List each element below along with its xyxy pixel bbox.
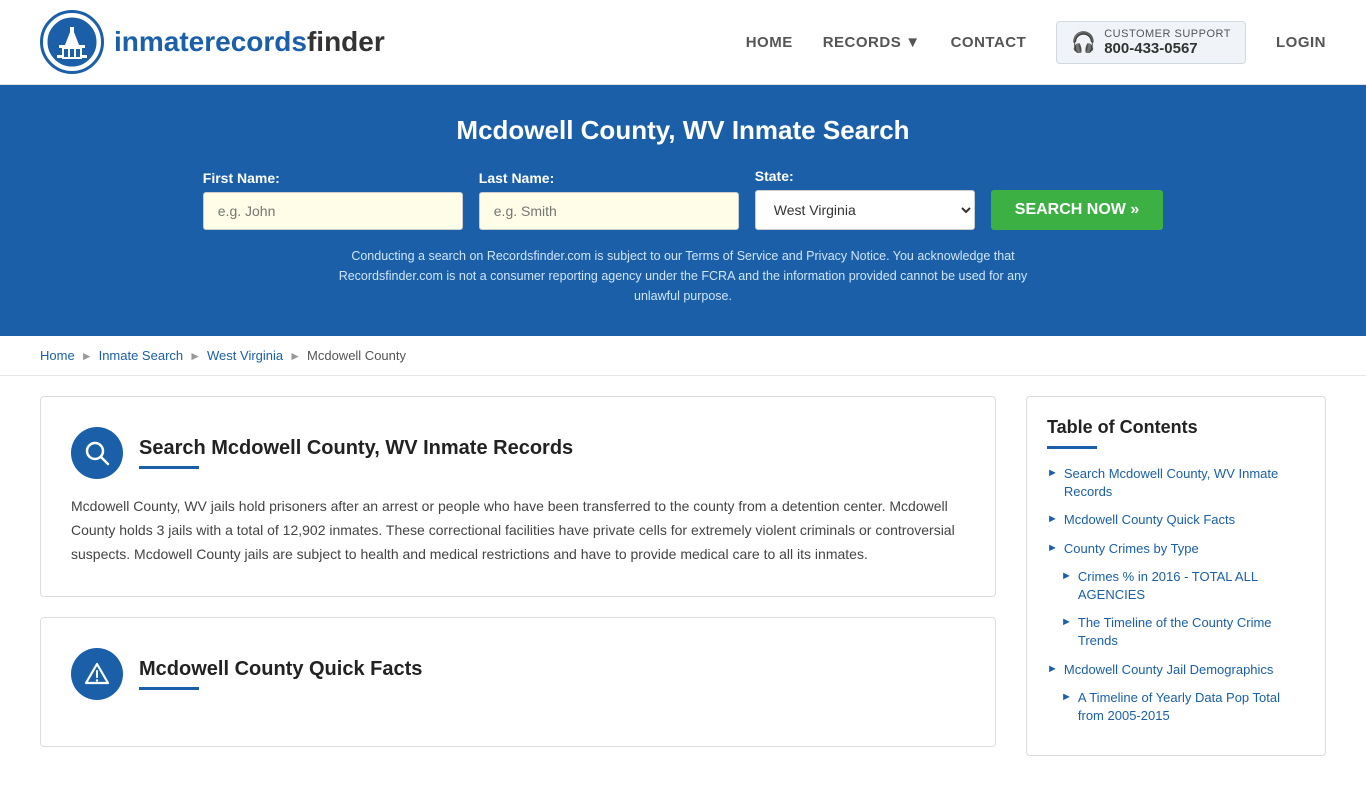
toc-title: Table of Contents: [1047, 417, 1305, 438]
nav-records[interactable]: RECORDS ▼: [823, 34, 921, 51]
main-nav: HOME RECORDS ▼ CONTACT 🎧 CUSTOMER SUPPOR…: [746, 21, 1326, 64]
support-info: CUSTOMER SUPPORT 800-433-0567: [1104, 28, 1231, 57]
section-header-search: Search Mcdowell County, WV Inmate Record…: [71, 427, 965, 479]
section-title-wrapper: Search Mcdowell County, WV Inmate Record…: [139, 437, 573, 469]
section-title-qf: Mcdowell County Quick Facts: [139, 658, 422, 681]
toc-underline: [1047, 446, 1097, 449]
toc-item-3: ► Crimes % in 2016 - TOTAL ALL AGENCIES: [1061, 568, 1305, 604]
logo-main-text: inmaterecords: [114, 26, 307, 57]
chevron-right-icon-5: ►: [1047, 663, 1058, 675]
alert-icon: [71, 648, 123, 700]
breadcrumb-mcdowell: Mcdowell County: [307, 348, 406, 363]
chevron-right-icon-3: ►: [1061, 570, 1072, 582]
breadcrumb-west-virginia[interactable]: West Virginia: [207, 348, 283, 363]
logo-finder-text: finder: [307, 26, 385, 57]
search-button[interactable]: SEARCH NOW »: [991, 190, 1163, 230]
logo-icon: [40, 10, 104, 74]
first-name-group: First Name:: [203, 170, 463, 230]
nav-home[interactable]: HOME: [746, 34, 793, 51]
last-name-label: Last Name:: [479, 170, 554, 186]
toc-box: Table of Contents ► Search Mcdowell Coun…: [1026, 396, 1326, 756]
main-content: Search Mcdowell County, WV Inmate Record…: [0, 376, 1366, 787]
search-icon: [71, 427, 123, 479]
state-group: State: West Virginia Alabama Alaska Ariz…: [755, 168, 975, 230]
hero-section: Mcdowell County, WV Inmate Search First …: [0, 85, 1366, 336]
support-box[interactable]: 🎧 CUSTOMER SUPPORT 800-433-0567: [1056, 21, 1246, 64]
hero-disclaimer: Conducting a search on Recordsfinder.com…: [333, 246, 1033, 306]
last-name-group: Last Name:: [479, 170, 739, 230]
state-label: State:: [755, 168, 794, 184]
headset-icon: 🎧: [1071, 30, 1096, 55]
last-name-input[interactable]: [479, 192, 739, 230]
logo-area: inmaterecordsfinder: [40, 10, 385, 74]
right-column: Table of Contents ► Search Mcdowell Coun…: [1026, 396, 1326, 767]
search-form: First Name: Last Name: State: West Virgi…: [40, 168, 1326, 230]
toc-link-3[interactable]: Crimes % in 2016 - TOTAL ALL AGENCIES: [1078, 568, 1305, 604]
state-select[interactable]: West Virginia Alabama Alaska Arizona: [755, 190, 975, 230]
toc-item-5: ► Mcdowell County Jail Demographics: [1047, 661, 1305, 679]
search-section: Search Mcdowell County, WV Inmate Record…: [40, 396, 996, 597]
breadcrumb-sep-3: ►: [289, 349, 301, 363]
section-title-qf-wrapper: Mcdowell County Quick Facts: [139, 658, 422, 690]
breadcrumb: Home ► Inmate Search ► West Virginia ► M…: [0, 336, 1366, 376]
hero-title: Mcdowell County, WV Inmate Search: [40, 115, 1326, 146]
toc-link-0[interactable]: Search Mcdowell County, WV Inmate Record…: [1064, 465, 1305, 501]
toc-link-4[interactable]: The Timeline of the County Crime Trends: [1078, 614, 1305, 650]
toc-link-5[interactable]: Mcdowell County Jail Demographics: [1064, 661, 1274, 679]
chevron-right-icon-2: ►: [1047, 542, 1058, 554]
quick-facts-section: Mcdowell County Quick Facts: [40, 617, 996, 747]
chevron-down-icon: ▼: [905, 34, 920, 51]
support-phone: 800-433-0567: [1104, 40, 1231, 57]
support-label: CUSTOMER SUPPORT: [1104, 28, 1231, 40]
chevron-right-icon: ►: [1047, 467, 1058, 479]
section-title-qf-underline: [139, 687, 199, 690]
first-name-label: First Name:: [203, 170, 280, 186]
chevron-right-icon-4: ►: [1061, 616, 1072, 628]
nav-contact[interactable]: CONTACT: [951, 34, 1027, 51]
toc-item-6: ► A Timeline of Yearly Data Pop Total fr…: [1061, 689, 1305, 725]
section-title-search: Search Mcdowell County, WV Inmate Record…: [139, 437, 573, 460]
site-header: inmaterecordsfinder HOME RECORDS ▼ CONTA…: [0, 0, 1366, 85]
section-body-search: Mcdowell County, WV jails hold prisoners…: [71, 495, 965, 566]
toc-item-4: ► The Timeline of the County Crime Trend…: [1061, 614, 1305, 650]
toc-link-2[interactable]: County Crimes by Type: [1064, 540, 1199, 558]
breadcrumb-sep-2: ►: [189, 349, 201, 363]
breadcrumb-sep-1: ►: [81, 349, 93, 363]
breadcrumb-inmate-search[interactable]: Inmate Search: [99, 348, 184, 363]
chevron-right-icon-6: ►: [1061, 691, 1072, 703]
logo-text: inmaterecordsfinder: [114, 26, 385, 58]
chevron-right-icon-1: ►: [1047, 513, 1058, 525]
nav-login[interactable]: LOGIN: [1276, 34, 1326, 51]
left-column: Search Mcdowell County, WV Inmate Record…: [40, 396, 1026, 767]
toc-item-0: ► Search Mcdowell County, WV Inmate Reco…: [1047, 465, 1305, 501]
nav-records-label: RECORDS: [823, 34, 902, 51]
section-title-underline: [139, 466, 199, 469]
toc-link-6[interactable]: A Timeline of Yearly Data Pop Total from…: [1078, 689, 1305, 725]
breadcrumb-home[interactable]: Home: [40, 348, 75, 363]
toc-link-1[interactable]: Mcdowell County Quick Facts: [1064, 511, 1235, 529]
section-header-qf: Mcdowell County Quick Facts: [71, 648, 965, 700]
toc-item-2: ► County Crimes by Type: [1047, 540, 1305, 558]
toc-item-1: ► Mcdowell County Quick Facts: [1047, 511, 1305, 529]
first-name-input[interactable]: [203, 192, 463, 230]
